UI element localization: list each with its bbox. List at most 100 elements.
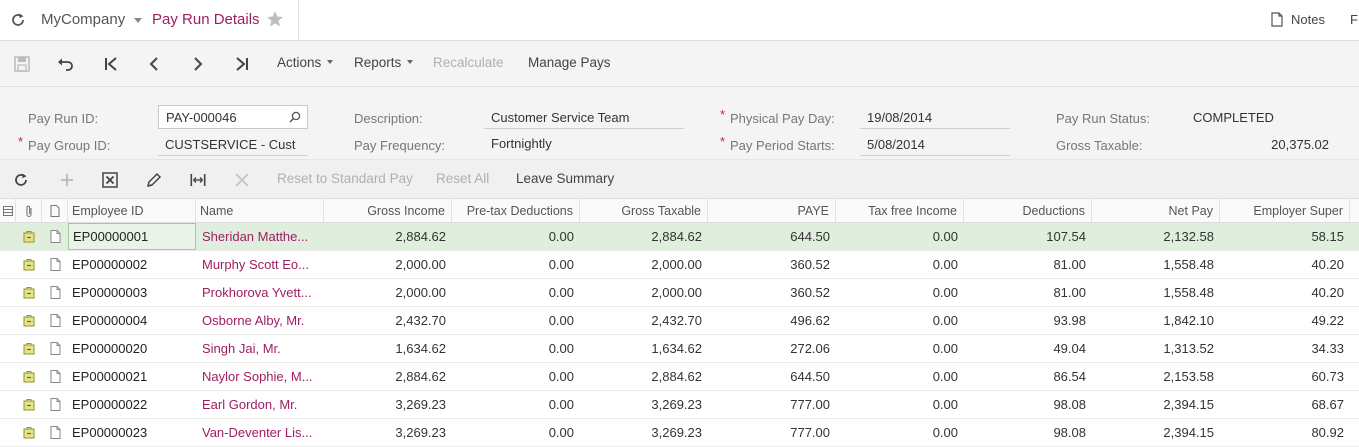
refresh-icon[interactable] (10, 12, 26, 28)
attachment-icon[interactable] (23, 426, 35, 439)
attachment-icon[interactable] (23, 258, 35, 271)
paye-cell[interactable]: 777.00 (708, 391, 836, 418)
attachment-icon[interactable] (23, 286, 35, 299)
tax-free-income-cell[interactable]: 0.00 (836, 279, 964, 306)
gross-taxable-cell[interactable]: 3,269.23 (580, 419, 708, 446)
prev-icon[interactable] (145, 55, 163, 73)
gross-taxable-cell[interactable]: 2,000.00 (580, 251, 708, 278)
deductions-cell[interactable]: 98.08 (964, 391, 1092, 418)
pay-run-id-field[interactable]: PAY-000046 (158, 105, 308, 129)
chevron-down-icon[interactable] (134, 18, 142, 24)
table-row[interactable]: EP00000002 Murphy Scott Eo... 2,000.00 0.00… (0, 251, 1359, 279)
net-pay-cell[interactable]: 1,842.10 (1092, 307, 1220, 334)
employer-super-cell[interactable]: 40.20 (1220, 251, 1350, 278)
notes-icon[interactable] (1271, 12, 1283, 27)
recalculate-button[interactable]: Recalculate (433, 55, 504, 70)
net-pay-cell[interactable]: 1,558.48 (1092, 279, 1220, 306)
document-icon[interactable] (50, 258, 61, 271)
employee-name-link[interactable]: Prokhorova Yvett... (196, 279, 324, 306)
employer-super-cell[interactable]: 34.33 (1220, 335, 1350, 362)
company-selector[interactable]: MyCompany (41, 11, 125, 28)
description-field[interactable]: Customer Service Team (491, 110, 629, 125)
tax-free-income-cell[interactable]: 0.00 (836, 223, 964, 250)
employee-name-link[interactable]: Singh Jai, Mr. (196, 335, 324, 362)
table-row[interactable]: EP00000021 Naylor Sophie, M... 2,884.62 0.0… (0, 363, 1359, 391)
files-link[interactable]: F (1350, 12, 1358, 27)
document-icon[interactable] (50, 342, 61, 355)
paye-cell[interactable]: 272.06 (708, 335, 836, 362)
employer-super-cell[interactable]: 49.22 (1220, 307, 1350, 334)
gross-income-cell[interactable]: 2,000.00 (324, 251, 452, 278)
document-icon[interactable] (50, 314, 61, 327)
gross-income-cell[interactable]: 2,884.62 (324, 223, 452, 250)
col-tax-free-income[interactable]: Tax free Income (836, 199, 964, 223)
deductions-cell[interactable]: 86.54 (964, 363, 1092, 390)
employee-id-cell[interactable]: EP00000001 (68, 223, 196, 250)
net-pay-cell[interactable]: 1,313.52 (1092, 335, 1220, 362)
paye-cell[interactable]: 496.62 (708, 307, 836, 334)
employee-name-link[interactable]: Murphy Scott Eo... (196, 251, 324, 278)
col-paye[interactable]: PAYE (708, 199, 836, 223)
table-row[interactable]: EP00000022 Earl Gordon, Mr. 3,269.23 0.00 3,… (0, 391, 1359, 419)
tax-free-income-cell[interactable]: 0.00 (836, 419, 964, 446)
tax-free-income-cell[interactable]: 0.00 (836, 391, 964, 418)
actions-menu[interactable]: Actions (277, 55, 334, 70)
gross-taxable-cell[interactable]: 1,634.62 (580, 335, 708, 362)
deductions-cell[interactable]: 49.04 (964, 335, 1092, 362)
last-icon[interactable] (233, 55, 251, 73)
pretax-deductions-cell[interactable]: 0.00 (452, 335, 580, 362)
pretax-deductions-cell[interactable]: 0.00 (452, 223, 580, 250)
reset-all-button[interactable]: Reset All (436, 171, 489, 186)
deductions-cell[interactable]: 81.00 (964, 279, 1092, 306)
gross-income-cell[interactable]: 2,000.00 (324, 279, 452, 306)
attachment-icon[interactable] (23, 342, 35, 355)
employee-name-link[interactable]: Earl Gordon, Mr. (196, 391, 324, 418)
paye-cell[interactable]: 777.00 (708, 419, 836, 446)
col-deductions[interactable]: Deductions (964, 199, 1092, 223)
tax-free-income-cell[interactable]: 0.00 (836, 335, 964, 362)
gross-income-cell[interactable]: 1,634.62 (324, 335, 452, 362)
employee-name-link[interactable]: Naylor Sophie, M... (196, 363, 324, 390)
add-row-icon[interactable] (58, 171, 76, 189)
col-employer-super[interactable]: Employer Super (1220, 199, 1350, 223)
gross-taxable-cell[interactable]: 2,000.00 (580, 279, 708, 306)
col-name[interactable]: Name (196, 199, 324, 223)
document-icon[interactable] (50, 286, 61, 299)
refresh-icon[interactable] (12, 171, 30, 189)
col-net-pay[interactable]: Net Pay (1092, 199, 1220, 223)
employee-id-cell[interactable]: EP00000002 (68, 251, 196, 278)
table-row[interactable]: EP00000004 Osborne Alby, Mr. 2,432.70 0.00 2… (0, 307, 1359, 335)
reports-menu[interactable]: Reports (354, 55, 414, 70)
employee-id-cell[interactable]: EP00000004 (68, 307, 196, 334)
deductions-cell[interactable]: 81.00 (964, 251, 1092, 278)
paye-cell[interactable]: 644.50 (708, 223, 836, 250)
first-icon[interactable] (102, 55, 120, 73)
col-employee-id[interactable]: Employee ID (68, 199, 196, 223)
employee-id-cell[interactable]: EP00000020 (68, 335, 196, 362)
table-row[interactable]: EP00000003 Prokhorova Yvett... 2,000.00 0.0… (0, 279, 1359, 307)
attachment-icon[interactable] (23, 398, 35, 411)
pay-period-starts-field[interactable]: 5/08/2014 (867, 137, 925, 152)
pay-group-id-field[interactable]: CUSTSERVICE - Cust (165, 137, 305, 152)
deductions-cell[interactable]: 98.08 (964, 419, 1092, 446)
document-icon[interactable] (50, 370, 61, 383)
undo-icon[interactable] (57, 55, 75, 73)
employer-super-cell[interactable]: 60.73 (1220, 363, 1350, 390)
paye-cell[interactable]: 644.50 (708, 363, 836, 390)
manage-pays-button[interactable]: Manage Pays (528, 55, 611, 70)
deductions-cell[interactable]: 107.54 (964, 223, 1092, 250)
document-icon[interactable] (50, 426, 61, 439)
next-icon[interactable] (189, 55, 207, 73)
deductions-cell[interactable]: 93.98 (964, 307, 1092, 334)
employee-name-link[interactable]: Osborne Alby, Mr. (196, 307, 324, 334)
tax-free-income-cell[interactable]: 0.00 (836, 363, 964, 390)
star-icon[interactable] (266, 10, 284, 28)
employee-id-cell[interactable]: EP00000003 (68, 279, 196, 306)
employer-super-cell[interactable]: 80.92 (1220, 419, 1350, 446)
paye-cell[interactable]: 360.52 (708, 251, 836, 278)
pretax-deductions-cell[interactable]: 0.00 (452, 279, 580, 306)
search-icon[interactable] (289, 111, 301, 123)
document-icon[interactable] (50, 398, 61, 411)
net-pay-cell[interactable]: 2,394.15 (1092, 391, 1220, 418)
col-gross-taxable[interactable]: Gross Taxable (580, 199, 708, 223)
